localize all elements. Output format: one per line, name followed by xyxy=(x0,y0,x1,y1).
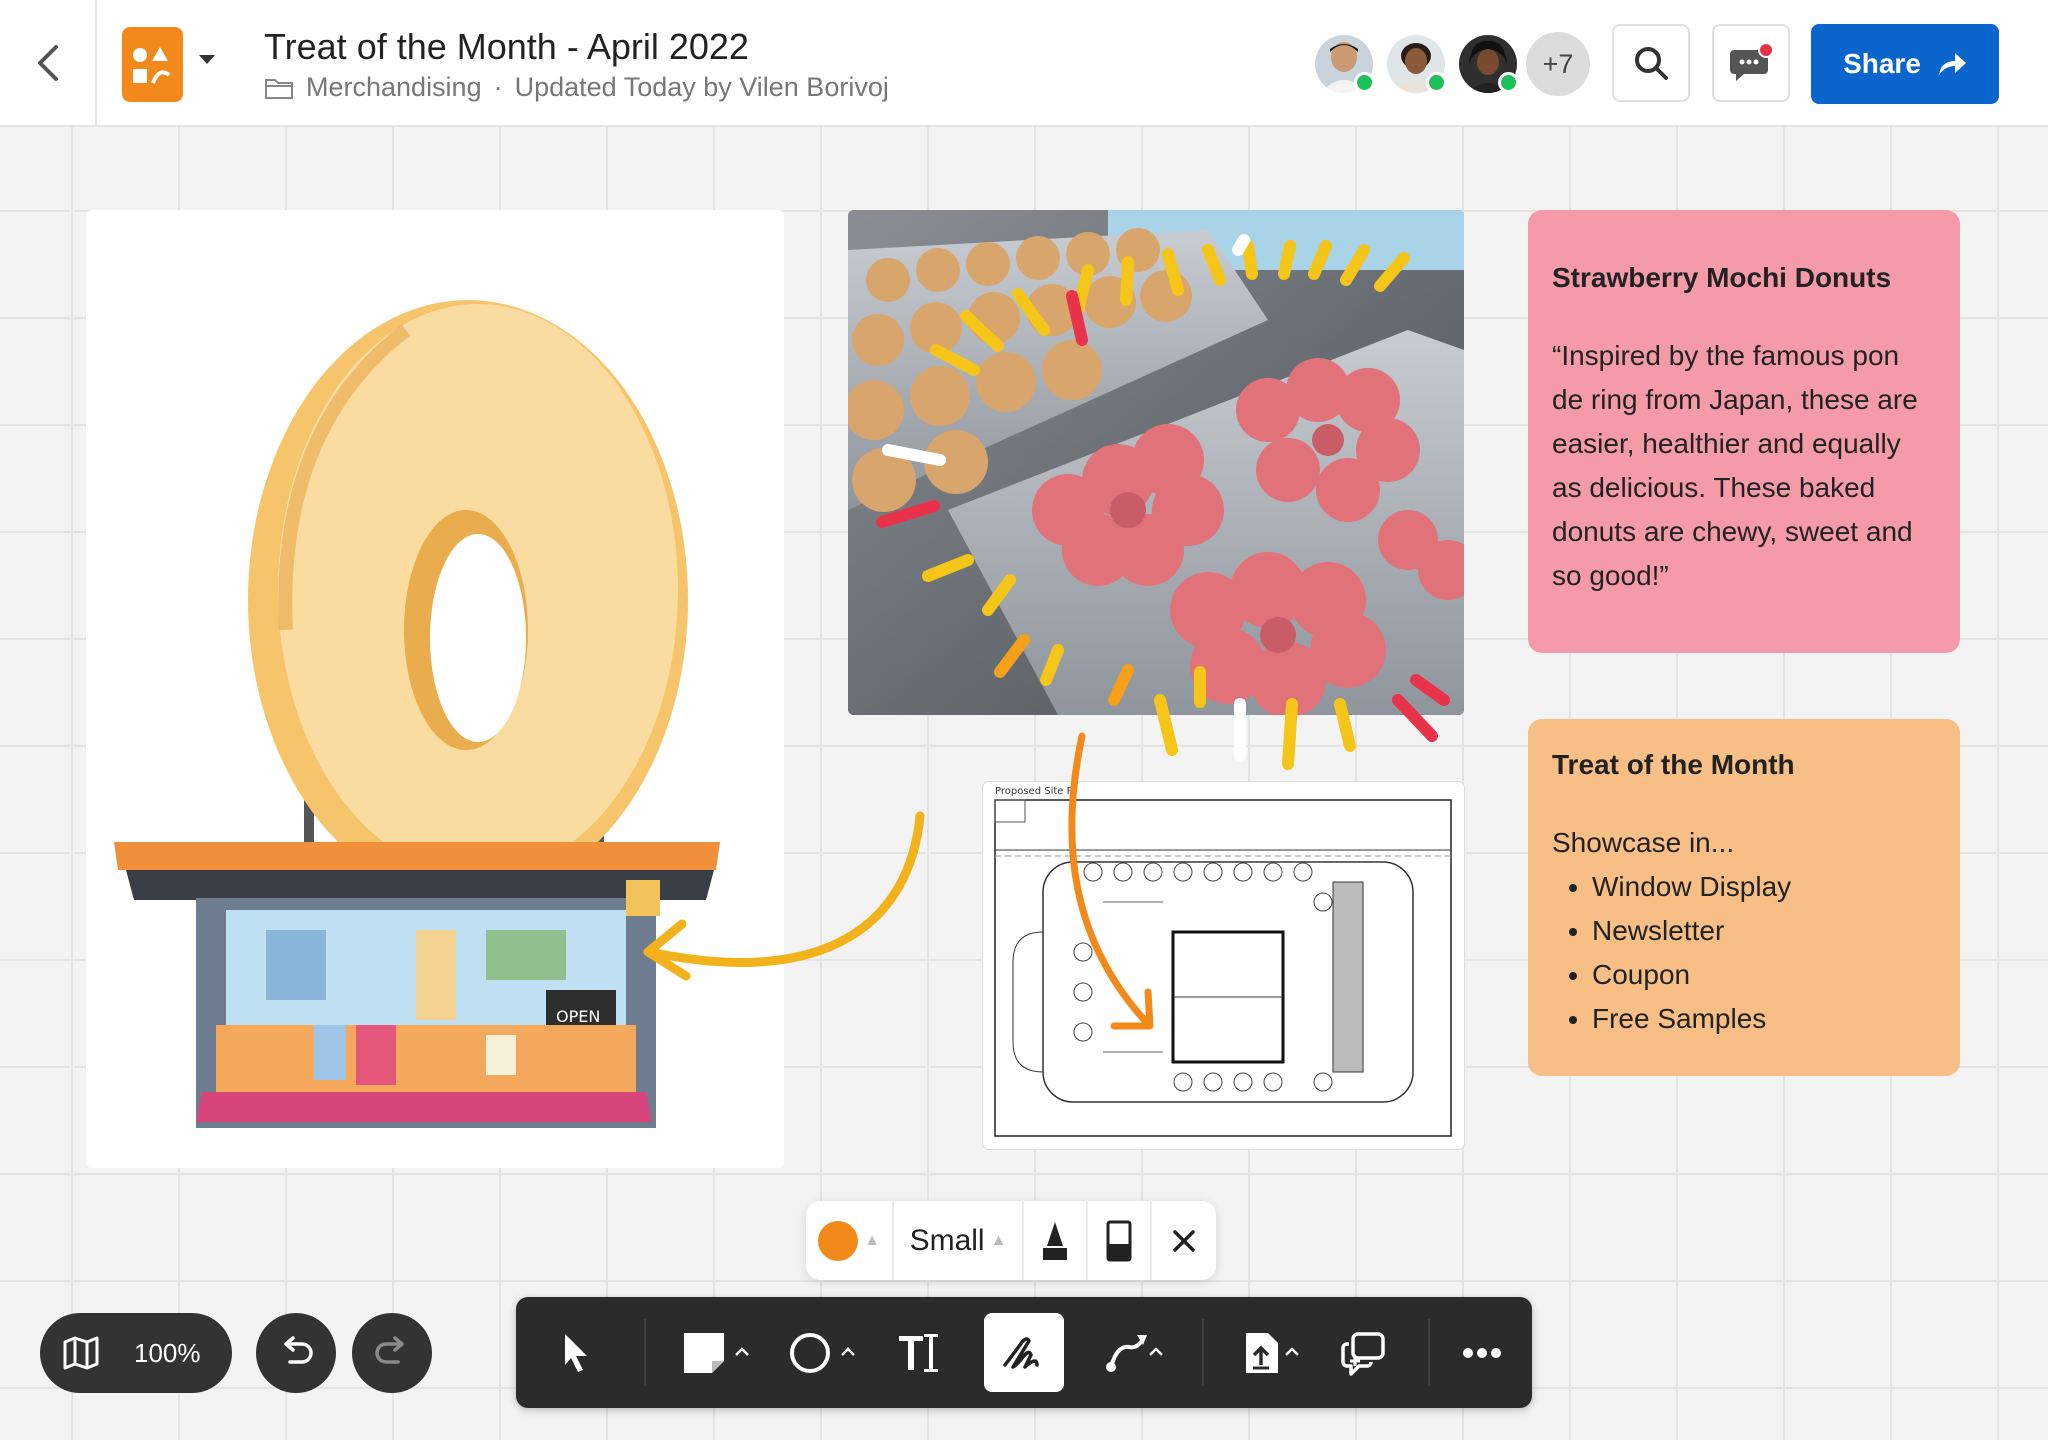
zoom-control[interactable]: 100% xyxy=(40,1313,232,1393)
color-swatch xyxy=(818,1220,859,1261)
sticky-note-icon xyxy=(684,1332,724,1373)
updated-text: Updated Today by Vilen Borivoj xyxy=(514,72,889,102)
more-dots-icon xyxy=(1463,1347,1501,1358)
note-title: Treat of the Month xyxy=(1552,749,1795,780)
highlighter-icon xyxy=(1106,1220,1132,1261)
note-title: Strawberry Mochi Donuts xyxy=(1552,262,1892,293)
top-bar: Treat of the Month - April 2022 Merchand… xyxy=(0,0,2048,127)
redo-icon xyxy=(375,1336,404,1364)
chevron-down-icon[interactable] xyxy=(198,54,216,66)
sticky-note-tool[interactable] xyxy=(664,1313,744,1392)
pen-tool[interactable] xyxy=(984,1313,1064,1392)
list-item: Free Samples xyxy=(1592,997,1936,1041)
share-label: Share xyxy=(1843,48,1921,79)
shape-tool[interactable] xyxy=(770,1313,850,1392)
undo-icon xyxy=(284,1336,313,1364)
add-comment-icon xyxy=(1341,1331,1385,1376)
map-icon xyxy=(63,1336,99,1370)
note-intro: Showcase in... xyxy=(1552,827,1735,858)
chevron-up-icon[interactable] xyxy=(1284,1347,1300,1357)
chevron-up-icon[interactable] xyxy=(840,1347,856,1357)
upload-file-icon xyxy=(1246,1332,1278,1373)
close-icon xyxy=(1173,1229,1195,1252)
pen-color-picker[interactable]: ▲ xyxy=(806,1201,894,1280)
search-button[interactable] xyxy=(1612,24,1690,102)
more-tools-button[interactable] xyxy=(1446,1313,1518,1392)
chat-icon xyxy=(1730,42,1774,81)
more-collaborators[interactable]: +7 xyxy=(1526,32,1590,96)
text-tool[interactable] xyxy=(880,1313,960,1392)
circle-icon xyxy=(790,1332,830,1373)
avatar[interactable] xyxy=(1384,32,1448,96)
pen-size-picker[interactable]: Small ▲ xyxy=(894,1201,1024,1280)
pen-size-label: Small xyxy=(909,1223,985,1257)
pen-scribble-icon xyxy=(1003,1336,1039,1369)
chevron-up-icon: ▲ xyxy=(990,1231,1007,1249)
comments-button[interactable] xyxy=(1712,24,1790,102)
redo-button[interactable] xyxy=(352,1313,432,1393)
undo-button[interactable] xyxy=(256,1313,336,1393)
folder-link[interactable]: Merchandising xyxy=(306,72,482,103)
list-item: Window Display xyxy=(1592,865,1936,909)
text-icon xyxy=(899,1333,938,1372)
back-chevron-icon xyxy=(37,44,58,81)
chevron-up-icon[interactable] xyxy=(1148,1347,1164,1357)
annotation-arrows xyxy=(643,732,1154,1030)
pen-options-bar: ▲ Small ▲ xyxy=(806,1201,1216,1280)
comment-tool[interactable] xyxy=(1324,1313,1404,1392)
share-button[interactable]: Share xyxy=(1811,24,1999,104)
sticky-note-treat[interactable]: Treat of the Month Showcase in... Window… xyxy=(1528,719,1960,1076)
chevron-up-icon: ▲ xyxy=(864,1231,880,1249)
back-button[interactable] xyxy=(0,0,97,125)
pen-tip-icon xyxy=(1043,1221,1067,1260)
connector-icon xyxy=(1106,1334,1147,1372)
highlighter-button[interactable] xyxy=(1088,1201,1152,1280)
open-sign: OPEN xyxy=(556,1007,600,1026)
avatar[interactable] xyxy=(1312,32,1376,96)
avatar[interactable] xyxy=(1456,32,1520,96)
list-item: Newsletter xyxy=(1592,909,1936,953)
note-list: Window Display Newsletter Coupon Free Sa… xyxy=(1552,865,1936,1041)
search-icon xyxy=(1635,47,1668,80)
chevron-up-icon[interactable] xyxy=(734,1347,750,1357)
document-icon[interactable] xyxy=(122,27,183,102)
folder-icon xyxy=(265,78,293,99)
share-arrow-icon xyxy=(1938,53,1966,75)
main-toolbar xyxy=(516,1297,1532,1408)
document-meta: Merchandising · Updated Today by Vilen B… xyxy=(264,72,889,103)
pen-tip-button[interactable] xyxy=(1024,1201,1088,1280)
note-body: “Inspired by the famous pon de ring from… xyxy=(1552,340,1918,591)
cursor-icon xyxy=(565,1333,587,1372)
sticky-note-strawberry[interactable]: Strawberry Mochi Donuts “Inspired by the… xyxy=(1528,210,1960,653)
meta-separator: · xyxy=(493,72,503,102)
select-tool[interactable] xyxy=(536,1313,616,1392)
zoom-level: 100% xyxy=(134,1337,201,1368)
list-item: Coupon xyxy=(1592,953,1936,997)
document-title[interactable]: Treat of the Month - April 2022 xyxy=(264,26,749,68)
mochi-donuts-photo[interactable] xyxy=(848,210,1464,715)
close-pen-options-button[interactable] xyxy=(1152,1201,1216,1280)
